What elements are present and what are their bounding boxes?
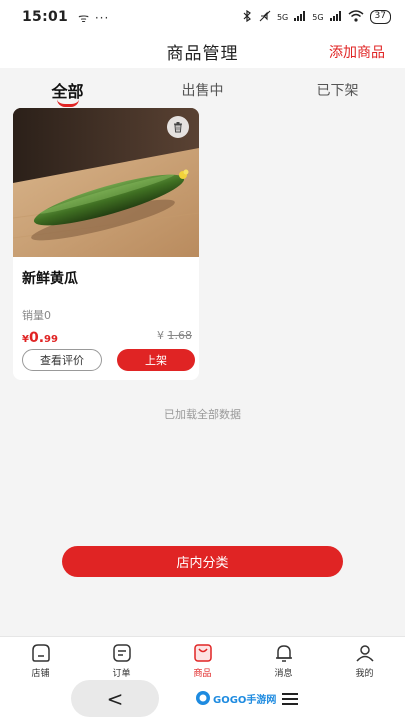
trash-icon	[174, 122, 182, 133]
signal-a-label: 5G	[276, 12, 289, 22]
price-original: ¥ 1.68	[157, 329, 192, 342]
list-end-text: 已加载全部数据	[164, 408, 241, 421]
page-title: 商品管理	[166, 43, 239, 64]
price-original-value: 1.68	[167, 329, 193, 342]
nav-item-messages[interactable]: 消息	[243, 637, 324, 680]
tab-active-indicator	[56, 99, 79, 107]
bluetooth-icon	[241, 9, 253, 25]
product-image	[13, 108, 199, 257]
delete-product-button[interactable]	[167, 116, 189, 138]
tab-off-shelf-label: 已下架	[316, 83, 359, 99]
price-int: 0.	[28, 330, 45, 346]
watermark-logo-icon	[196, 691, 210, 705]
menu-icon[interactable]	[282, 692, 298, 706]
system-back-button[interactable]: <	[71, 680, 159, 717]
signal-b-label: 5G	[312, 12, 324, 22]
nav-item-store[interactable]: 店铺	[0, 637, 81, 680]
product-sales: 销量0	[22, 309, 51, 322]
watermark: GOGO手游网	[195, 690, 276, 706]
add-product-button[interactable]: 添加商品	[329, 42, 385, 62]
watermark-text: GOGO手游网	[213, 694, 277, 706]
signal-b-icon	[329, 10, 342, 24]
status-right: 5G 5G 37	[241, 9, 391, 25]
nav-label-store: 店铺	[31, 669, 50, 679]
price-original-symbol: ¥	[157, 329, 164, 342]
price-symbol: ¥	[22, 334, 29, 345]
tab-off-shelf[interactable]: 已下架	[270, 68, 405, 100]
view-reviews-button[interactable]: 查看评价	[22, 349, 102, 371]
put-on-shelf-button[interactable]: 上架	[117, 349, 195, 371]
nav-label-orders: 订单	[112, 669, 131, 679]
status-time: 15:01	[22, 9, 69, 25]
order-icon	[112, 644, 131, 662]
status-left: 15:01 ᯤ ···	[22, 9, 109, 26]
bottom-nav: 店铺 订单 商品 消息 我的	[0, 636, 405, 680]
mute-icon	[259, 10, 271, 25]
status-bar: 15:01 ᯤ ··· 5G 5G 37	[0, 0, 405, 34]
battery-indicator: 37	[369, 10, 391, 24]
store-icon	[31, 644, 50, 662]
product-icon	[193, 644, 212, 662]
wifi-icon	[348, 9, 364, 25]
nav-item-products[interactable]: 商品	[162, 637, 243, 680]
price-dec: 99	[44, 334, 58, 345]
nav-item-orders[interactable]: 订单	[81, 637, 162, 680]
price-row: ¥0.99 ¥ 1.68	[22, 327, 192, 346]
nav-label-mine: 我的	[355, 669, 374, 679]
system-nav-bar: < GOGO手游网	[0, 680, 405, 720]
status-extra: ᯤ ···	[78, 10, 110, 25]
tab-on-sale-label: 出售中	[181, 83, 224, 99]
price-current: ¥0.99	[22, 327, 58, 346]
nav-item-mine[interactable]: 我的	[324, 637, 405, 680]
signal-a-icon	[294, 10, 306, 24]
bell-icon	[275, 645, 292, 662]
nav-label-products: 商品	[193, 669, 212, 679]
tab-on-sale[interactable]: 出售中	[135, 68, 270, 100]
header: 商品管理 添加商品	[0, 34, 405, 68]
store-category-button[interactable]: 店内分类	[62, 546, 343, 577]
nav-label-messages: 消息	[274, 669, 293, 679]
back-chevron-icon: <	[106, 686, 124, 711]
tab-all[interactable]: 全部	[0, 68, 135, 107]
tab-bar: 全部 出售中 已下架	[0, 68, 405, 107]
user-icon	[355, 645, 374, 662]
product-card[interactable]: 新鲜黄瓜 销量0 ¥0.99 ¥ 1.68 查看评价 上架	[13, 108, 199, 380]
product-name: 新鲜黄瓜	[22, 271, 78, 287]
